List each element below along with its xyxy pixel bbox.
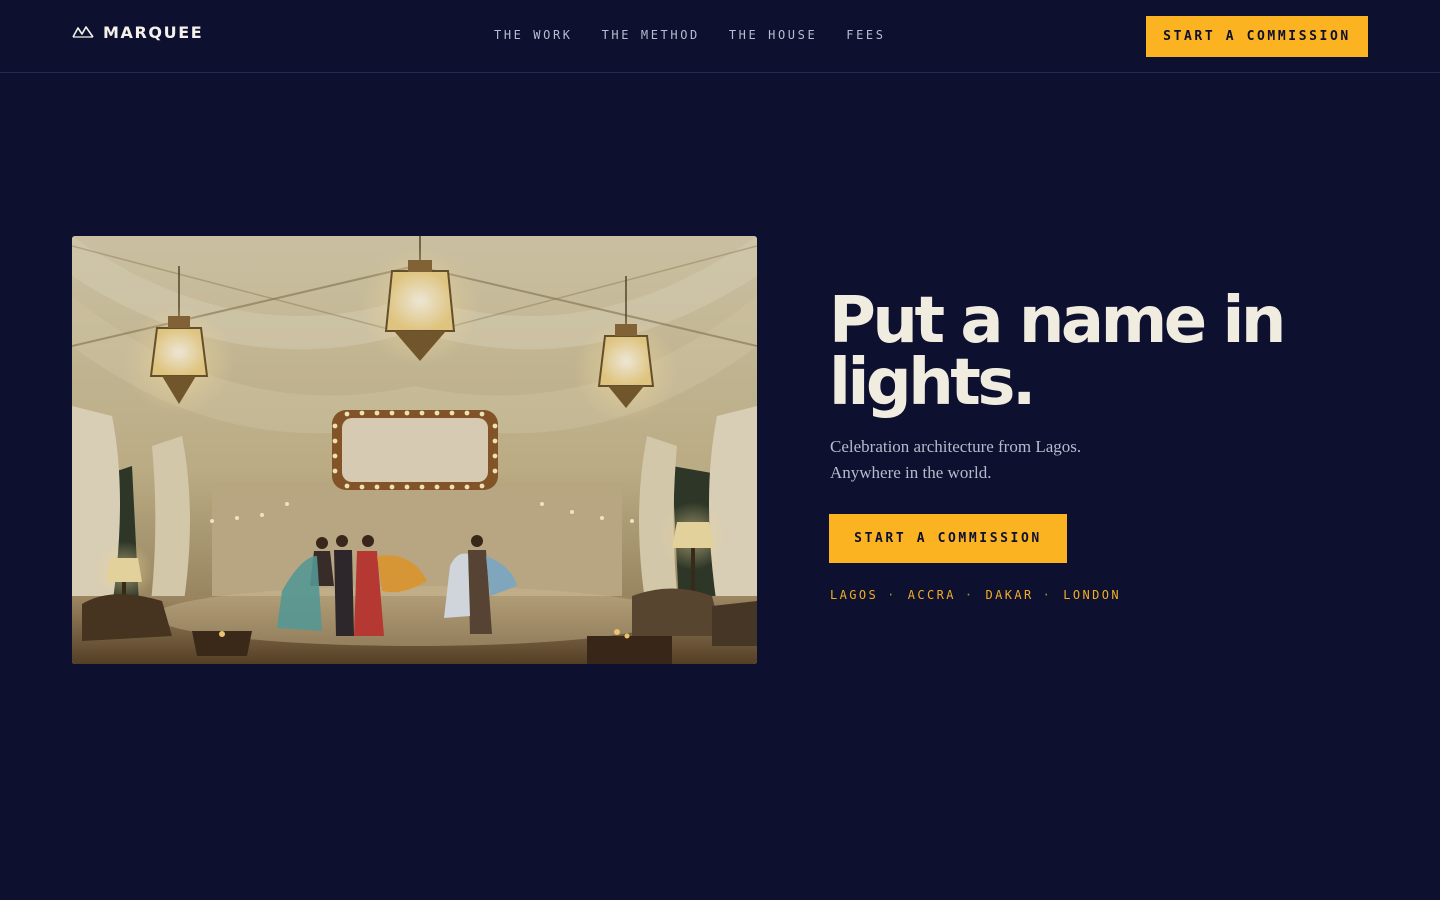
hero-subtitle-line-2: Anywhere in the world. [830, 463, 992, 482]
main-nav: THE WORK THE METHOD THE HOUSE FEES [494, 28, 886, 42]
hero-headline: Put a name in lights. [829, 284, 1286, 420]
hero-subtitle-line-1: Celebration architecture from Lagos. [830, 437, 1082, 456]
brand-name: MARQUEE [103, 22, 204, 42]
hero-image-tent-ballroom [72, 236, 757, 664]
hero-subtitle: Celebration architecture from Lagos. Any… [830, 434, 1230, 486]
brand-logo[interactable]: MARQUEE [72, 20, 203, 44]
hero-start-commission-button[interactable]: START A COMMISSION [829, 514, 1067, 563]
mountain-peaks-icon [72, 26, 94, 38]
city-separator: · [887, 588, 897, 602]
city-separator: · [964, 588, 975, 602]
city-dakar: DAKAR [985, 588, 1034, 602]
nav-item-the-house[interactable]: THE HOUSE [729, 28, 817, 42]
nav-item-the-method[interactable]: THE METHOD [602, 28, 700, 42]
nav-item-the-work[interactable]: THE WORK [494, 28, 573, 42]
city-accra: ACCRA [907, 588, 956, 602]
nav-item-fees[interactable]: FEES [846, 28, 885, 42]
city-london: LONDON [1063, 588, 1121, 602]
header-start-commission-button[interactable]: START A COMMISSION [1146, 16, 1368, 57]
city-separator: · [1042, 588, 1053, 602]
city-list: LAGOS · ACCRA · DAKAR · LONDON [830, 588, 1121, 602]
city-lagos: LAGOS [830, 588, 879, 602]
site-header: MARQUEE THE WORK THE METHOD THE HOUSE FE… [0, 0, 1440, 73]
